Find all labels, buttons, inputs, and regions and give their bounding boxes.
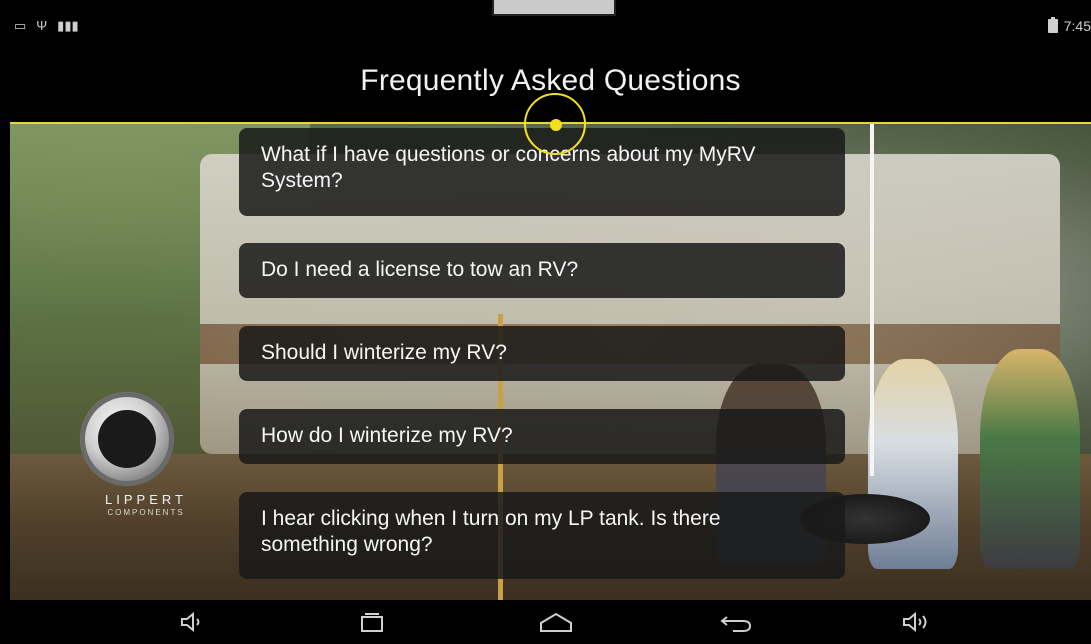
lc-badge-icon	[80, 392, 174, 486]
battery-charging-icon	[1047, 17, 1058, 33]
lc-badge-inner	[98, 410, 156, 468]
faq-question: How do I winterize my RV?	[261, 424, 513, 447]
background-person	[980, 349, 1080, 569]
status-icons-left: ▭ Ψ ▮▮▮	[14, 18, 79, 34]
lippert-logo: LIPPERT COMPONENTS	[66, 384, 226, 524]
scroll-indicator-line	[870, 124, 874, 476]
faq-question: What if I have questions or concerns abo…	[261, 143, 756, 192]
faq-item[interactable]: Do I need a license to tow an RV?	[239, 243, 845, 298]
touch-indicator	[524, 93, 586, 155]
faq-item[interactable]: Should I winterize my RV?	[239, 326, 845, 381]
touch-dot	[550, 119, 562, 131]
home-icon[interactable]	[536, 610, 576, 634]
image-icon: ▭	[14, 18, 27, 33]
back-icon[interactable]	[716, 610, 756, 634]
usb-icon: Ψ	[36, 18, 48, 33]
faq-question: Should I winterize my RV?	[261, 341, 507, 364]
faq-question: I hear clicking when I turn on my LP tan…	[261, 507, 721, 556]
volume-up-icon[interactable]	[896, 610, 936, 634]
barcode-icon: ▮▮▮	[57, 18, 79, 33]
app-frame: ▭ Ψ ▮▮▮ 7:45 Frequently Asked Questions …	[0, 0, 1091, 644]
volume-down-icon[interactable]	[172, 610, 212, 634]
status-icons-right: 7:45	[1047, 17, 1091, 34]
logo-subtitle: COMPONENTS	[107, 508, 185, 517]
status-bar: ▭ Ψ ▮▮▮ 7:45	[10, 16, 1091, 38]
navigation-bar	[0, 600, 1091, 644]
faq-question: Do I need a license to tow an RV?	[261, 258, 579, 281]
faq-item[interactable]: I hear clicking when I turn on my LP tan…	[239, 492, 845, 579]
logo-wordmark: LIPPERT	[105, 492, 187, 507]
top-tab	[492, 0, 616, 16]
status-time: 7:45	[1063, 18, 1091, 34]
recents-icon[interactable]	[352, 610, 392, 634]
faq-item[interactable]: How do I winterize my RV?	[239, 409, 845, 464]
